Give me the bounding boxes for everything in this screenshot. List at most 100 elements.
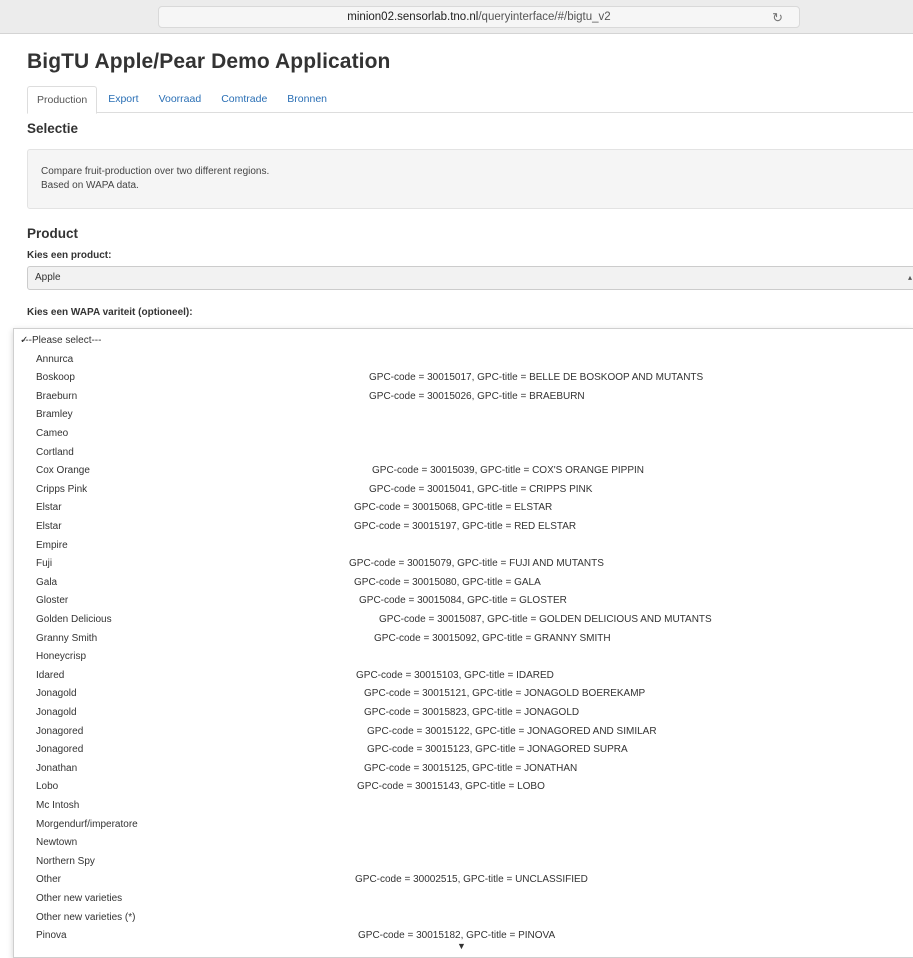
dropdown-option[interactable]: Cortland bbox=[14, 444, 913, 462]
dropdown-option[interactable]: Braeburn GPC-code = 30015026, GPC-title =… bbox=[14, 388, 913, 406]
tab-voorraad[interactable]: Voorraad bbox=[150, 86, 211, 113]
product-select-label: Kies een product: bbox=[27, 250, 112, 261]
description-line: Compare fruit-production over two differ… bbox=[41, 166, 270, 177]
option-name: Gloster bbox=[36, 595, 69, 607]
dropdown-option[interactable]: Elstar GPC-code = 30015068, GPC-title = E… bbox=[14, 499, 913, 517]
option-name: Other new varieties (*) bbox=[36, 911, 136, 923]
dropdown-option[interactable]: Elstar GPC-code = 30015197, GPC-title = R… bbox=[14, 518, 913, 536]
option-name: Boskoop bbox=[36, 372, 75, 384]
option-name: Jonathan bbox=[36, 762, 78, 774]
dropdown-option[interactable]: Other new varieties (*) bbox=[14, 909, 913, 927]
option-name: Jonagored bbox=[36, 725, 84, 737]
option-name: Idared bbox=[36, 669, 65, 681]
description-panel: Compare fruit-production over two differ… bbox=[27, 149, 913, 209]
dropdown-option[interactable]: Gloster GPC-code = 30015084, GPC-title = … bbox=[14, 592, 913, 610]
option-name: Other bbox=[36, 874, 62, 886]
dropdown-option[interactable]: Granny Smith GPC-code = 30015092, GPC-tit… bbox=[14, 630, 913, 648]
option-gpc-info: GPC-code = 30015122, GPC-title = JONAGOR… bbox=[367, 725, 657, 737]
dropdown-option[interactable]: Mc Intosh bbox=[14, 797, 913, 815]
option-name: Mc Intosh bbox=[36, 800, 80, 811]
variety-dropdown-list[interactable]: ✓ ---Please select--- Annurca Boskoop GPC-co… bbox=[13, 328, 913, 958]
dropdown-option[interactable]: ✓ ---Please select--- bbox=[14, 332, 913, 350]
option-gpc-info: GPC-code = 30015103, GPC-title = IDARED bbox=[356, 669, 554, 681]
option-name: ---Please select--- bbox=[22, 335, 102, 346]
url-path: /queryinterface/#/bigtu_v2 bbox=[478, 11, 611, 23]
dropdown-option[interactable]: Newtown bbox=[14, 834, 913, 852]
dropdown-option[interactable]: Golden Delicious GPC-code = 30015087, GPC… bbox=[14, 611, 913, 629]
dropdown-option[interactable]: Jonagold GPC-code = 30015823, GPC-title =… bbox=[14, 704, 913, 722]
option-name: Empire bbox=[36, 539, 68, 551]
dropdown-option[interactable]: Gala GPC-code = 30015080, GPC-title = GAL… bbox=[14, 574, 913, 592]
tab-bronnen[interactable]: Bronnen bbox=[278, 86, 336, 113]
option-name: Honeycrisp bbox=[36, 651, 87, 663]
page-title: BigTU Apple/Pear Demo Application bbox=[27, 50, 391, 73]
option-name: Cripps Pink bbox=[36, 483, 88, 495]
dropdown-option[interactable]: Lobo GPC-code = 30015143, GPC-title = LOB… bbox=[14, 778, 913, 796]
option-name: Cox Orange bbox=[36, 465, 90, 477]
option-name: Pinova bbox=[36, 930, 67, 942]
option-gpc-info: GPC-code = 30015080, GPC-title = GALA bbox=[354, 576, 541, 588]
option-gpc-info: GPC-code = 30015026, GPC-title = BRAEBUR… bbox=[369, 390, 585, 402]
option-name: Northern Spy bbox=[36, 855, 95, 867]
reload-icon[interactable]: ↻ bbox=[772, 10, 783, 26]
option-gpc-info: GPC-code = 30015087, GPC-title = GOLDEN … bbox=[379, 614, 712, 625]
dropdown-option[interactable]: Jonagored GPC-code = 30015122, GPC-title … bbox=[14, 723, 913, 741]
dropdown-option[interactable]: Fuji GPC-code = 30015079, GPC-title = FUJ… bbox=[14, 555, 913, 573]
option-name: Lobo bbox=[36, 781, 59, 793]
browser-toolbar: minion02.sensorlab.tno.nl/queryinterface… bbox=[0, 0, 913, 34]
option-name: Jonagold bbox=[36, 707, 77, 718]
dropdown-option[interactable]: Northern Spy bbox=[14, 853, 913, 871]
dropdown-option[interactable]: Jonagored GPC-code = 30015123, GPC-title … bbox=[14, 741, 913, 759]
section-heading-selectie: Selectie bbox=[27, 121, 79, 136]
dropdown-option[interactable]: Boskoop GPC-code = 30015017, GPC-title = … bbox=[14, 369, 913, 387]
option-gpc-info: GPC-code = 30015084, GPC-title = GLOSTER bbox=[359, 595, 567, 607]
dropdown-option[interactable]: Bramley bbox=[14, 406, 913, 424]
option-gpc-info: GPC-code = 30015123, GPC-title = JONAGOR… bbox=[367, 744, 628, 756]
dropdown-option[interactable]: Jonathan GPC-code = 30015125, GPC-title =… bbox=[14, 760, 913, 778]
option-name: Jonagold bbox=[36, 688, 77, 700]
tab-production[interactable]: Production bbox=[27, 86, 98, 114]
option-name: Golden Delicious bbox=[36, 614, 112, 625]
option-name: Fuji bbox=[36, 558, 53, 570]
product-select-value: Apple bbox=[35, 272, 61, 283]
address-bar[interactable]: minion02.sensorlab.tno.nl/queryinterface… bbox=[158, 6, 800, 28]
option-gpc-info: GPC-code = 30015823, GPC-title = JONAGOL… bbox=[364, 707, 580, 718]
option-gpc-info: GPC-code = 30015068, GPC-title = ELSTAR bbox=[354, 502, 553, 514]
dropdown-option[interactable]: Honeycrisp bbox=[14, 648, 913, 666]
option-name: Gala bbox=[36, 576, 58, 588]
tab-bar: Production Export Voorraad Comtrade Bron… bbox=[27, 86, 913, 114]
option-gpc-info: GPC-code = 30015197, GPC-title = RED ELS… bbox=[354, 521, 577, 532]
tab-export[interactable]: Export bbox=[99, 86, 147, 113]
option-gpc-info: GPC-code = 30002515, GPC-title = UNCLASS… bbox=[355, 874, 588, 886]
dropdown-option[interactable]: Idared GPC-code = 30015103, GPC-title = I… bbox=[14, 667, 913, 685]
section-heading-product: Product bbox=[27, 226, 79, 241]
product-select[interactable]: Apple ▴ bbox=[27, 266, 913, 290]
scroll-down-arrow-icon[interactable]: ▼ bbox=[457, 941, 466, 951]
dropdown-option[interactable]: Cox Orange GPC-code = 30015039, GPC-title… bbox=[14, 462, 913, 480]
option-gpc-info: GPC-code = 30015039, GPC-title = COX'S O… bbox=[372, 465, 645, 477]
option-name: Granny Smith bbox=[36, 632, 98, 644]
option-name: Cameo bbox=[36, 428, 69, 439]
option-name: Morgendurf/imperatore bbox=[36, 818, 138, 830]
option-gpc-info: GPC-code = 30015092, GPC-title = GRANNY … bbox=[374, 632, 611, 644]
option-name: Elstar bbox=[36, 521, 62, 532]
select-arrows-icon: ▴ bbox=[907, 273, 912, 282]
option-name: Jonagored bbox=[36, 744, 84, 756]
option-name: Other new varieties bbox=[36, 893, 123, 904]
dropdown-option[interactable]: Cameo bbox=[14, 425, 913, 443]
option-gpc-info: GPC-code = 30015017, GPC-title = BELLE D… bbox=[369, 372, 704, 384]
dropdown-option[interactable]: Morgendurf/imperatore bbox=[14, 816, 913, 834]
dropdown-option[interactable]: Other new varieties bbox=[14, 890, 913, 908]
dropdown-option[interactable]: Empire bbox=[14, 537, 913, 555]
dropdown-option[interactable]: Annurca bbox=[14, 351, 913, 369]
option-name: Cortland bbox=[36, 446, 74, 458]
dropdown-option[interactable]: Other GPC-code = 30002515, GPC-title = UN… bbox=[14, 871, 913, 889]
option-gpc-info: GPC-code = 30015125, GPC-title = JONATHA… bbox=[364, 762, 578, 774]
url-host: minion02.sensorlab.tno.nl bbox=[347, 11, 479, 23]
option-name: Elstar bbox=[36, 502, 62, 514]
dropdown-option[interactable]: Jonagold GPC-code = 30015121, GPC-title =… bbox=[14, 685, 913, 703]
option-gpc-info: GPC-code = 30015143, GPC-title = LOBO bbox=[357, 781, 545, 793]
option-gpc-info: GPC-code = 30015079, GPC-title = FUJI AN… bbox=[349, 558, 604, 570]
dropdown-option[interactable]: Cripps Pink GPC-code = 30015041, GPC-titl… bbox=[14, 481, 913, 499]
tab-comtrade[interactable]: Comtrade bbox=[212, 86, 276, 113]
